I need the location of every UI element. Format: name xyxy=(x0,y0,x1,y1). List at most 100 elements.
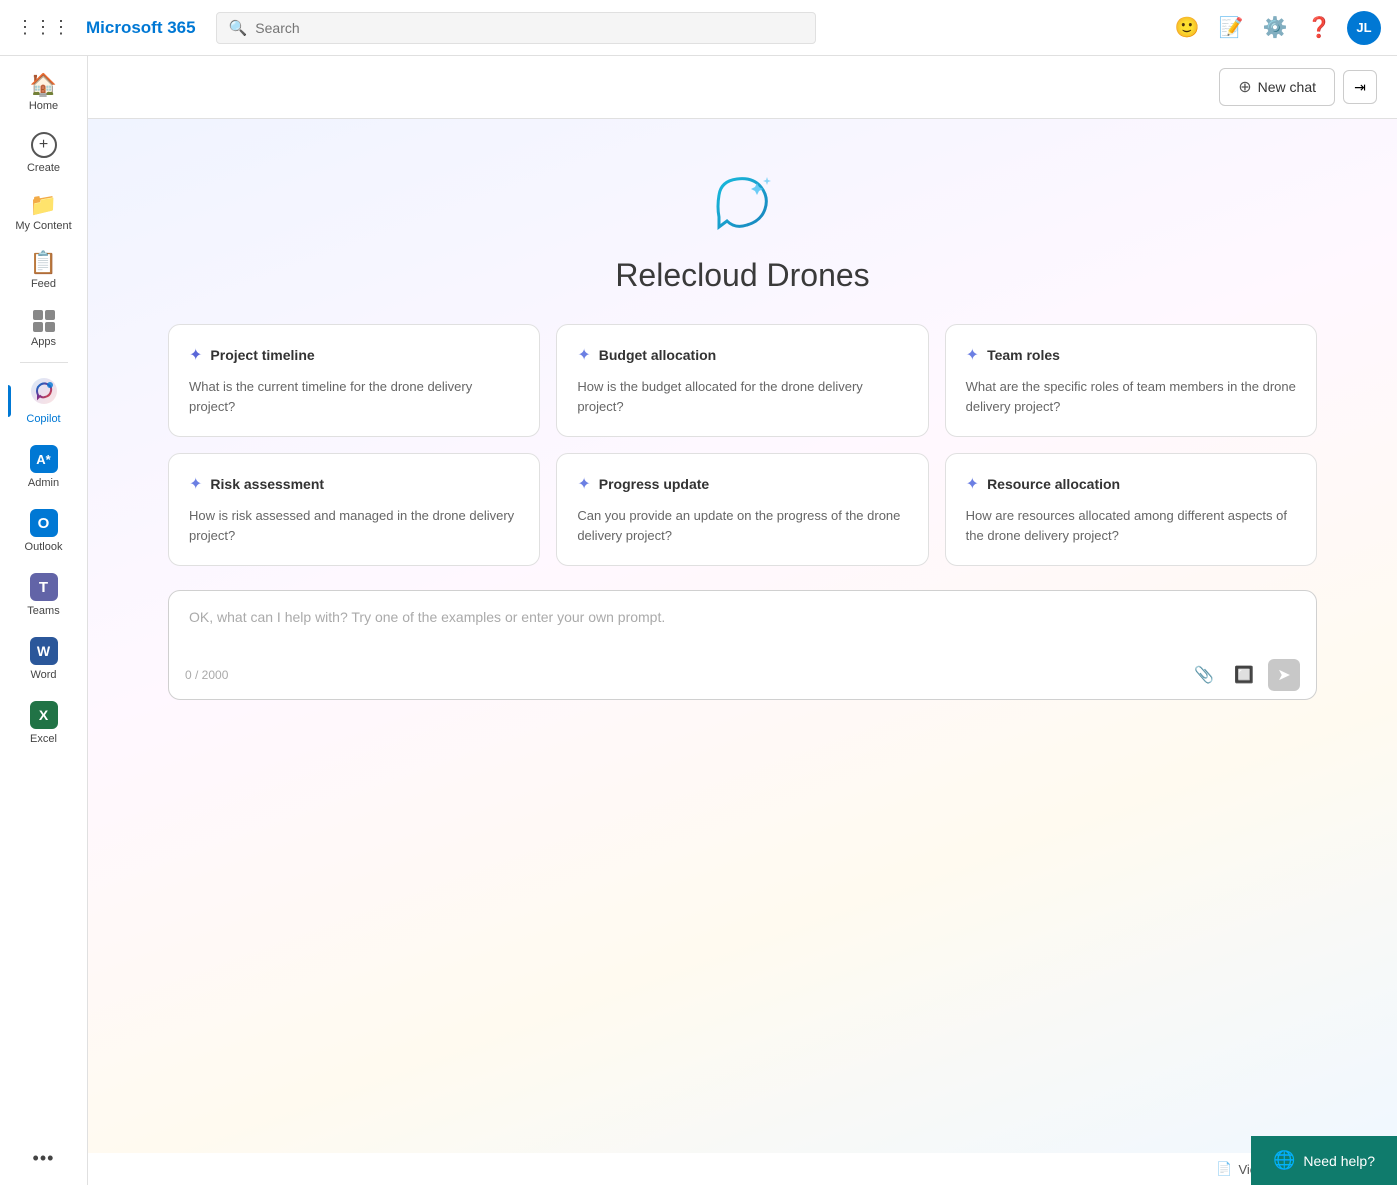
sidebar-item-word[interactable]: W Word xyxy=(8,629,80,689)
sidebar-divider-1 xyxy=(20,362,68,363)
send-button[interactable]: ➤ xyxy=(1268,659,1300,691)
view-prompts-row[interactable]: 📄 View prompts xyxy=(168,1153,1317,1185)
sidebar-label-my-content: My Content xyxy=(15,220,71,232)
cards-grid: ✦ Project timeline What is the current t… xyxy=(168,324,1317,566)
card-icon-risk-assessment: ✦ xyxy=(189,474,202,494)
sidebar-item-teams[interactable]: T Teams xyxy=(8,565,80,625)
emoji-icon[interactable]: 🙂 xyxy=(1171,12,1203,44)
admin-icon: A* xyxy=(30,445,58,473)
card-title-team-roles: Team roles xyxy=(987,347,1060,363)
create-icon: + xyxy=(31,132,57,158)
excel-icon: X xyxy=(30,701,58,729)
card-title-project-timeline: Project timeline xyxy=(210,347,314,363)
card-title-resource-allocation: Resource allocation xyxy=(987,476,1120,492)
my-content-icon: 📁 xyxy=(30,194,57,216)
apps-icon xyxy=(33,310,55,332)
card-header-risk-assessment: ✦ Risk assessment xyxy=(189,474,519,494)
new-chat-label: New chat xyxy=(1258,79,1316,95)
chat-input-area[interactable]: OK, what can I help with? Try one of the… xyxy=(168,590,1317,700)
card-budget-allocation[interactable]: ✦ Budget allocation How is the budget al… xyxy=(556,324,928,437)
sidebar-item-my-content[interactable]: 📁 My Content xyxy=(8,186,80,240)
copilot-title: Relecloud Drones xyxy=(168,257,1317,294)
reference-button[interactable]: 🔲 xyxy=(1228,659,1260,691)
grid-icon[interactable]: ⋮⋮⋮ xyxy=(16,17,70,38)
need-help-button[interactable]: 🌐 Need help? xyxy=(1251,1136,1397,1185)
card-title-budget-allocation: Budget allocation xyxy=(599,347,716,363)
sidebar-item-excel[interactable]: X Excel xyxy=(8,693,80,753)
sidebar-label-feed: Feed xyxy=(31,278,56,290)
card-title-progress-update: Progress update xyxy=(599,476,709,492)
card-icon-resource-allocation: ✦ xyxy=(966,474,979,494)
card-body-budget-allocation: How is the budget allocated for the dron… xyxy=(577,377,907,416)
copilot-logo xyxy=(707,169,779,241)
sidebar-label-copilot: Copilot xyxy=(26,413,60,425)
view-prompts-icon: 📄 xyxy=(1216,1161,1232,1177)
card-header-resource-allocation: ✦ Resource allocation xyxy=(966,474,1296,494)
copilot-main: Relecloud Drones ✦ Project timeline What… xyxy=(88,119,1397,1153)
chat-input-placeholder[interactable]: OK, what can I help with? Try one of the… xyxy=(169,591,1316,651)
new-chat-plus-icon: ⊕ xyxy=(1238,77,1251,97)
card-risk-assessment[interactable]: ✦ Risk assessment How is risk assessed a… xyxy=(168,453,540,566)
sidebar-item-create[interactable]: + Create xyxy=(8,124,80,182)
sidebar: 🏠 Home + Create 📁 My Content 📋 Feed Apps xyxy=(0,56,88,1185)
need-help-label: Need help? xyxy=(1303,1153,1375,1169)
card-icon-progress-update: ✦ xyxy=(577,474,590,494)
sidebar-item-feed[interactable]: 📋 Feed xyxy=(8,244,80,298)
search-input[interactable] xyxy=(255,20,802,36)
feed-icon: 📋 xyxy=(30,252,57,274)
sidebar-label-apps: Apps xyxy=(31,336,56,348)
toggle-icon: ⇥ xyxy=(1354,79,1366,96)
sidebar-label-word: Word xyxy=(30,669,56,681)
content-area: ⊕ New chat ⇥ xyxy=(88,56,1397,1185)
help-icon[interactable]: ❓ xyxy=(1303,12,1335,44)
feedback-icon[interactable]: 📝 xyxy=(1215,12,1247,44)
card-project-timeline[interactable]: ✦ Project timeline What is the current t… xyxy=(168,324,540,437)
need-help-icon: 🌐 xyxy=(1273,1150,1295,1171)
card-icon-budget-allocation: ✦ xyxy=(577,345,590,365)
char-count: 0 / 2000 xyxy=(185,668,228,682)
card-icon-project-timeline: ✦ xyxy=(189,345,202,365)
card-header-project-timeline: ✦ Project timeline xyxy=(189,345,519,365)
sidebar-toggle-button[interactable]: ⇥ xyxy=(1343,70,1377,104)
input-area: 📄 View prompts xyxy=(88,1153,1397,1185)
card-resource-allocation[interactable]: ✦ Resource allocation How are resources … xyxy=(945,453,1317,566)
more-icon: ••• xyxy=(33,1149,55,1167)
main-layout: 🏠 Home + Create 📁 My Content 📋 Feed Apps xyxy=(0,56,1397,1185)
word-icon: W xyxy=(30,637,58,665)
content-topbar: ⊕ New chat ⇥ xyxy=(88,56,1397,119)
card-body-progress-update: Can you provide an update on the progres… xyxy=(577,506,907,545)
attach-button[interactable]: 📎 xyxy=(1188,659,1220,691)
copilot-icon xyxy=(30,377,58,409)
sidebar-item-copilot[interactable]: Copilot xyxy=(8,369,80,433)
card-team-roles[interactable]: ✦ Team roles What are the specific roles… xyxy=(945,324,1317,437)
sidebar-label-create: Create xyxy=(27,162,60,174)
sidebar-item-apps[interactable]: Apps xyxy=(8,302,80,356)
search-icon: 🔍 xyxy=(229,19,248,37)
avatar[interactable]: JL xyxy=(1347,11,1381,45)
new-chat-button[interactable]: ⊕ New chat xyxy=(1219,68,1335,106)
sidebar-item-outlook[interactable]: O Outlook xyxy=(8,501,80,561)
sidebar-item-admin[interactable]: A* Admin xyxy=(8,437,80,497)
sidebar-item-home[interactable]: 🏠 Home xyxy=(8,66,80,120)
search-box[interactable]: 🔍 xyxy=(216,12,816,44)
card-body-risk-assessment: How is risk assessed and managed in the … xyxy=(189,506,519,545)
sidebar-label-home: Home xyxy=(29,100,58,112)
home-icon: 🏠 xyxy=(30,74,57,96)
topbar: ⋮⋮⋮ Microsoft 365 🔍 🙂 📝 ⚙️ ❓ JL xyxy=(0,0,1397,56)
sidebar-label-teams: Teams xyxy=(27,605,59,617)
copilot-header: Relecloud Drones xyxy=(168,139,1317,324)
topbar-right: 🙂 📝 ⚙️ ❓ JL xyxy=(1171,11,1381,45)
card-progress-update[interactable]: ✦ Progress update Can you provide an upd… xyxy=(556,453,928,566)
card-body-team-roles: What are the specific roles of team memb… xyxy=(966,377,1296,416)
settings-icon[interactable]: ⚙️ xyxy=(1259,12,1291,44)
brand-name: Microsoft 365 xyxy=(86,18,196,38)
sidebar-item-more[interactable]: ••• xyxy=(8,1141,80,1175)
sidebar-label-outlook: Outlook xyxy=(25,541,63,553)
card-header-budget-allocation: ✦ Budget allocation xyxy=(577,345,907,365)
card-body-project-timeline: What is the current timeline for the dro… xyxy=(189,377,519,416)
chat-actions: 📎 🔲 ➤ xyxy=(1188,659,1300,691)
outlook-icon: O xyxy=(30,509,58,537)
card-header-team-roles: ✦ Team roles xyxy=(966,345,1296,365)
sidebar-label-admin: Admin xyxy=(28,477,59,489)
sidebar-label-excel: Excel xyxy=(30,733,57,745)
